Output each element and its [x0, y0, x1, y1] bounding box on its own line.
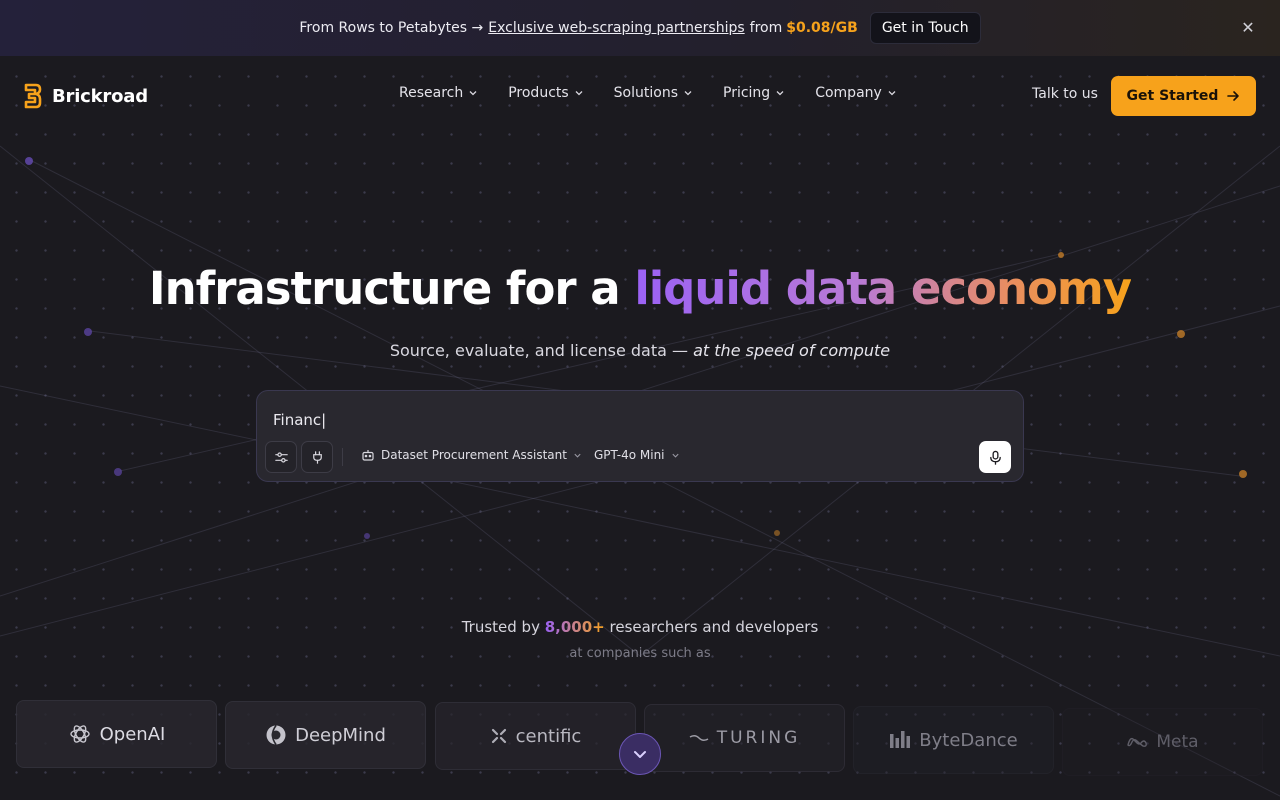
filters-button[interactable]: [265, 441, 297, 473]
nav-research[interactable]: Research: [399, 85, 478, 101]
company-logo-turing: TURING: [644, 704, 845, 772]
trusted-subtext: at companies such as: [569, 646, 711, 661]
trusted-prefix: Trusted by: [461, 618, 545, 636]
chevron-down-icon: [469, 91, 477, 96]
banner-from-text: from: [749, 20, 783, 36]
banner-partnerships-link[interactable]: Exclusive web-scraping partnerships: [488, 20, 744, 36]
search-input[interactable]: [273, 409, 973, 431]
trusted-suffix: researchers and developers: [604, 618, 819, 636]
hero-subtitle-plain: Source, evaluate, and license data —: [389, 341, 694, 360]
company-name: DeepMind: [295, 724, 386, 746]
model-select-label: GPT-4o Mini: [594, 448, 665, 462]
sliders-icon: [274, 451, 288, 463]
brand-logo[interactable]: Brickroad: [24, 83, 148, 109]
main-nav: Research Products Solutions Pricing Comp…: [399, 85, 927, 101]
assistant-select[interactable]: Dataset Procurement Assistant: [361, 448, 582, 462]
nav-label: Products: [508, 85, 569, 101]
nav-products[interactable]: Products: [508, 85, 583, 101]
nav-label: Pricing: [723, 85, 771, 101]
turing-icon: [689, 734, 709, 742]
bot-icon: [362, 450, 374, 461]
nav-label: Company: [815, 85, 882, 101]
hero-title: Infrastructure for a liquid data economy: [0, 262, 1280, 315]
chevron-down-icon: [684, 91, 692, 96]
deepmind-icon: [266, 725, 286, 745]
arrow-right-icon: [1227, 91, 1240, 101]
integrations-button[interactable]: [301, 441, 333, 473]
nav-company[interactable]: Company: [815, 85, 897, 101]
banner-text: From Rows to Petabytes →: [299, 20, 484, 36]
scroll-down-button[interactable]: [619, 733, 661, 775]
company-logo-openai: OpenAI: [16, 700, 217, 768]
bytedance-icon: [890, 731, 911, 748]
company-name: OpenAI: [99, 723, 166, 745]
openai-icon: [69, 725, 90, 743]
site-header: Brickroad Research Products Solutions Pr…: [0, 56, 1280, 136]
assistant-select-label: Dataset Procurement Assistant: [381, 448, 567, 462]
company-name: centific: [515, 725, 582, 747]
model-select[interactable]: GPT-4o Mini: [594, 448, 680, 462]
hero-subtitle: Source, evaluate, and license data — at …: [0, 341, 1280, 360]
chevron-down-icon: [574, 453, 581, 458]
hero-subtitle-italic: at the speed of compute: [693, 341, 891, 360]
nav-label: Solutions: [613, 85, 678, 101]
chevron-down-icon: [575, 91, 583, 96]
company-logo-centific: centific: [435, 702, 636, 770]
trusted-by-text: Trusted by 8,000+ researchers and develo…: [0, 618, 1280, 636]
banner-price: $0.08/GB: [786, 20, 858, 36]
toolbar-divider: [342, 448, 343, 466]
chevron-down-icon: [776, 91, 784, 96]
nav-pricing[interactable]: Pricing: [723, 85, 785, 101]
get-in-touch-button[interactable]: Get in Touch: [869, 12, 981, 44]
get-started-label: Get Started: [1126, 88, 1219, 104]
brickroad-logo-icon: [24, 83, 42, 109]
company-name: ByteDance: [919, 729, 1018, 751]
microphone-icon: [989, 450, 1001, 465]
announcement-banner: From Rows to Petabytes → Exclusive web-s…: [0, 0, 1280, 56]
trusted-count: 8,000+: [544, 618, 605, 636]
voice-input-button[interactable]: [979, 441, 1011, 473]
nav-label: Research: [399, 85, 464, 101]
company-logo-bytedance: ByteDance: [853, 706, 1054, 774]
meta-icon: [1127, 737, 1148, 747]
plug-icon: [312, 450, 322, 464]
close-icon[interactable]: ✕: [1238, 18, 1258, 38]
company-name: Meta: [1156, 732, 1199, 752]
chevron-down-icon: [888, 91, 896, 96]
chevron-down-icon: [634, 751, 646, 758]
company-logo-deepmind: DeepMind: [225, 701, 426, 769]
company-logo-meta: Meta: [1062, 708, 1263, 776]
nav-solutions[interactable]: Solutions: [614, 85, 693, 101]
centific-icon: [491, 728, 506, 744]
hero-title-gradient: liquid data economy: [634, 262, 1132, 315]
company-name: TURING: [716, 728, 801, 748]
brand-name: Brickroad: [52, 85, 148, 107]
chevron-down-icon: [671, 453, 679, 458]
search-box: Dataset Procurement Assistant GPT-4o Min…: [256, 390, 1024, 482]
get-started-button[interactable]: Get Started: [1111, 76, 1256, 116]
hero-title-plain: Infrastructure for a: [148, 262, 635, 315]
talk-to-us-link[interactable]: Talk to us: [1032, 86, 1098, 102]
